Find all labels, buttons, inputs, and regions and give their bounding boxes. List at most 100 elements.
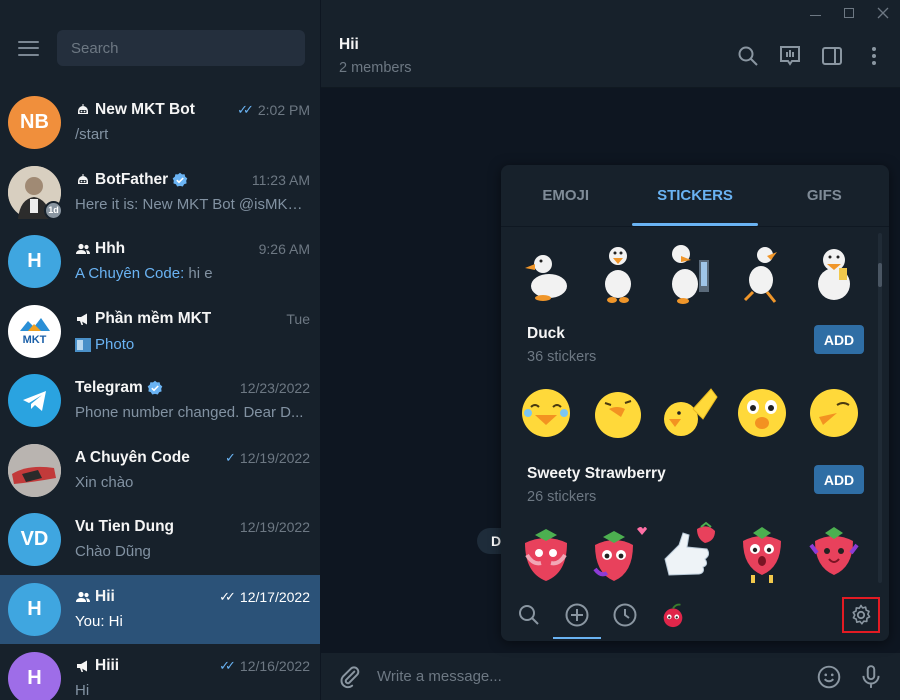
bot-icon (78, 173, 88, 184)
strawberry-sticker[interactable] (731, 519, 793, 585)
strawberry-sticker[interactable] (803, 519, 865, 585)
yellow-duck-sticker[interactable] (731, 379, 793, 445)
chat-item[interactable]: H Hhh 9:26 AM A Chuyên Code: hi e (0, 227, 320, 297)
telegram-logo-icon (22, 390, 46, 411)
add-set-button[interactable]: ADD (814, 465, 864, 494)
attach-icon[interactable] (337, 664, 363, 690)
tab-stickers[interactable]: STICKERS (630, 165, 759, 226)
chat-list: NB New MKT Bot ✓✓ 2:02 PM /start 1d BotF… (0, 88, 320, 700)
maximize-button[interactable] (832, 0, 866, 26)
panel-scrollbar[interactable] (878, 233, 882, 583)
window-controls (798, 0, 900, 26)
duck-sticker[interactable] (515, 240, 577, 306)
avatar: H (8, 582, 61, 636)
sticker-set-header: Duck 36 stickers ADD (527, 325, 877, 365)
chat-item[interactable]: H Hiii ✓✓ 12/16/2022 Hi (0, 644, 320, 700)
chat-time: 12/16/2022 (239, 658, 310, 675)
read-check-icon: ✓✓ (219, 658, 236, 674)
sticker-set-tab[interactable] (659, 601, 687, 629)
strawberry-sticker[interactable] (659, 519, 721, 585)
emoji-icon[interactable] (816, 664, 842, 690)
telegram-window: NB New MKT Bot ✓✓2:02 PM /start (0, 0, 900, 700)
minimize-button[interactable] (798, 0, 832, 26)
chat-name: Vu Tien Dung (75, 518, 175, 536)
strawberry-sticker[interactable] (515, 519, 577, 585)
sticker-row (515, 516, 865, 588)
chat-item[interactable]: NB New MKT Bot ✓✓ 2:02 PM /start (0, 88, 320, 158)
avatar-initials: VD (20, 528, 49, 551)
tab-emoji[interactable]: EMOJI (501, 165, 630, 226)
chat-preview: Hi (75, 682, 90, 700)
yellow-duck-sticker[interactable] (587, 379, 649, 445)
menu-icon[interactable] (18, 40, 39, 56)
mkt-logo-icon: MKT (20, 317, 50, 346)
avatar: MKT (8, 304, 61, 358)
yellow-duck-sticker[interactable] (803, 379, 865, 445)
live-stream-icon[interactable] (778, 44, 802, 68)
sticker-row (515, 237, 865, 309)
add-set-button[interactable]: ADD (814, 325, 864, 354)
sticker-search-button[interactable] (515, 601, 543, 629)
chat-name: Hii (95, 587, 115, 605)
sidebar-top (0, 0, 320, 88)
sticker-set-header: Sweety Strawberry 26 stickers ADD (527, 465, 877, 505)
time-badge: 1d (44, 200, 63, 220)
cherry-sticker-icon (663, 603, 683, 628)
avatar-initials: H (27, 667, 42, 690)
duck-sticker[interactable] (659, 240, 721, 306)
chat-item[interactable]: 1d BotFather 11:23 AM Here it is: New MK… (0, 158, 320, 228)
panel-tabs: EMOJI STICKERS GIFS (501, 165, 889, 227)
gear-icon (852, 604, 871, 625)
clock-icon (613, 603, 637, 627)
chat-time: 12/23/2022 (239, 380, 310, 397)
more-icon[interactable] (862, 44, 886, 68)
avatar-initials: H (27, 597, 42, 620)
chat-item[interactable]: Telegram 12/23/2022 Phone number changed… (0, 366, 320, 436)
strawberry-sticker[interactable] (587, 519, 649, 585)
close-button[interactable] (866, 0, 900, 26)
sticker-row (515, 376, 865, 448)
chat-name: A Chuyên Code (75, 448, 190, 466)
sidebar-toggle-icon[interactable] (820, 44, 844, 68)
channel-icon (77, 660, 87, 673)
avatar: VD (8, 513, 61, 567)
chat-name: Telegram (75, 379, 143, 397)
microphone-icon[interactable] (858, 664, 884, 690)
message-composer (321, 653, 900, 700)
user-photo-icon (8, 443, 61, 497)
message-input[interactable] (377, 668, 794, 685)
read-check-icon: ✓ (225, 449, 236, 465)
verified-icon (172, 172, 188, 187)
preview-sender: A Chuyên Code (75, 265, 181, 283)
avatar: H (8, 235, 61, 289)
chat-preview: hi e (188, 265, 213, 283)
tab-gifs[interactable]: GIFS (760, 165, 889, 226)
chat-preview: Xin chào (75, 473, 134, 491)
chat-preview: You: Hi (75, 612, 123, 630)
chat-item[interactable]: VD Vu Tien Dung 12/19/2022 Chào Dũng (0, 505, 320, 575)
search-icon[interactable] (736, 44, 760, 68)
duck-sticker[interactable] (587, 240, 649, 306)
chat-time: 2:02 PM (257, 102, 310, 119)
avatar-initials: H (27, 250, 42, 273)
chat-time: Tue (286, 310, 310, 327)
avatar: H (8, 652, 61, 700)
avatar (8, 443, 61, 497)
avatar: 1d (8, 165, 63, 220)
group-icon (76, 244, 90, 255)
chat-name: BotFather (95, 170, 169, 188)
yellow-duck-sticker[interactable] (515, 379, 577, 445)
chat-item[interactable]: A Chuyên Code ✓ 12/19/2022 Xin chào (0, 436, 320, 506)
sticker-panel: EMOJI STICKERS GIFS Duck 36 stickers ADD (501, 165, 889, 641)
recent-stickers-button[interactable] (611, 601, 639, 629)
chat-item[interactable]: MKT Phần mềm MKT Tue Photo (0, 297, 320, 367)
duck-sticker[interactable] (803, 240, 865, 306)
group-icon (76, 591, 90, 602)
chat-item-active[interactable]: H Hii ✓✓ 12/17/2022 You: Hi (0, 574, 320, 644)
duck-sticker[interactable] (731, 240, 793, 306)
chat-name: Hiii (95, 657, 120, 675)
search-input[interactable] (57, 30, 305, 66)
sticker-settings-button[interactable] (842, 597, 880, 633)
yellow-duck-sticker[interactable] (659, 379, 721, 445)
featured-stickers-button[interactable] (553, 601, 601, 639)
